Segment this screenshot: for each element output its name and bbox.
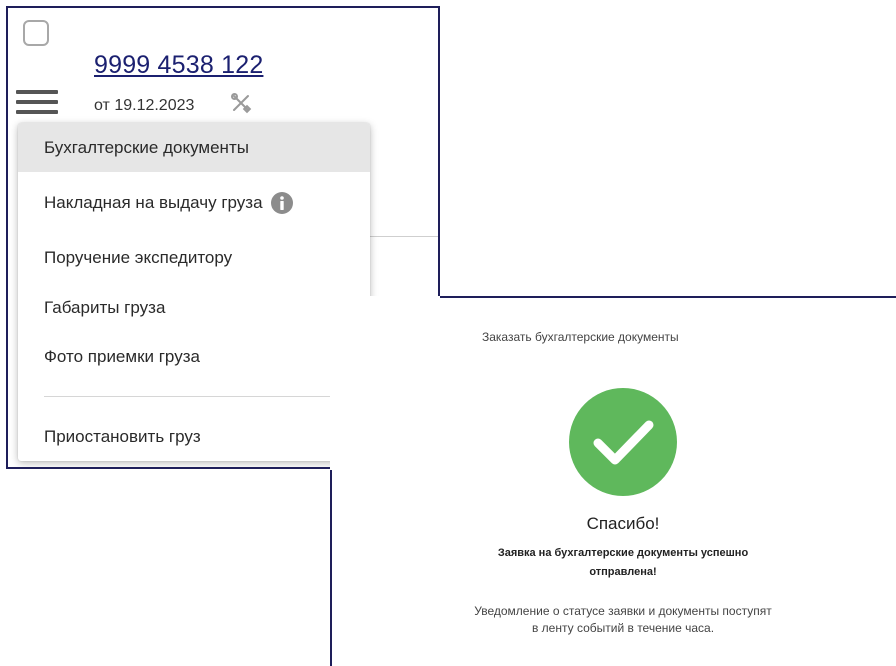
menu-item-suspend-cargo[interactable]: Приостановить груз — [18, 412, 370, 461]
menu-item-label: Поручение экспедитору — [44, 247, 233, 267]
menu-item-label: Приостановить груз — [44, 426, 201, 446]
menu-item-label: Бухгалтерские документы — [44, 137, 249, 157]
shipment-number-link[interactable]: 9999 4538 122 — [94, 51, 263, 80]
select-checkbox[interactable] — [23, 20, 49, 46]
menu-item-accounting-documents[interactable]: Бухгалтерские документы — [18, 123, 370, 172]
success-message: Заявка на бухгалтерские документы успешн… — [497, 547, 749, 578]
confirmation-title: Заказать бухгалтерские документы — [482, 330, 679, 344]
hamburger-menu-icon[interactable] — [16, 90, 58, 114]
menu-item-delivery-waybill[interactable]: Накладная на выдачу груза — [18, 178, 370, 227]
menu-item-forwarder-order[interactable]: Поручение экспедитору — [18, 233, 370, 282]
menu-item-cargo-dimensions[interactable]: Габариты груза — [18, 283, 370, 332]
document-menu: Бухгалтерские документы Накладная на выд… — [18, 123, 370, 461]
card-divider — [368, 236, 438, 237]
menu-item-label: Фото приемки груза — [44, 346, 200, 366]
panel-border-left — [330, 470, 332, 666]
tools-icon[interactable] — [230, 92, 252, 114]
panel-border-top — [440, 296, 896, 298]
info-icon[interactable] — [270, 191, 293, 214]
thanks-heading: Спасибо! — [586, 514, 660, 533]
menu-item-label: Габариты груза — [44, 297, 166, 317]
shipment-date: от 19.12.2023 — [94, 97, 195, 114]
checkmark-circle-icon — [569, 388, 677, 496]
menu-separator — [44, 396, 344, 397]
menu-item-cargo-acceptance-photo[interactable]: Фото приемки груза — [18, 332, 370, 381]
status-notice: Уведомление о статусе заявки и документы… — [474, 604, 772, 635]
confirmation-panel: Заказать бухгалтерские документы Спасибо… — [330, 296, 896, 666]
menu-item-label: Накладная на выдачу груза — [44, 192, 263, 212]
